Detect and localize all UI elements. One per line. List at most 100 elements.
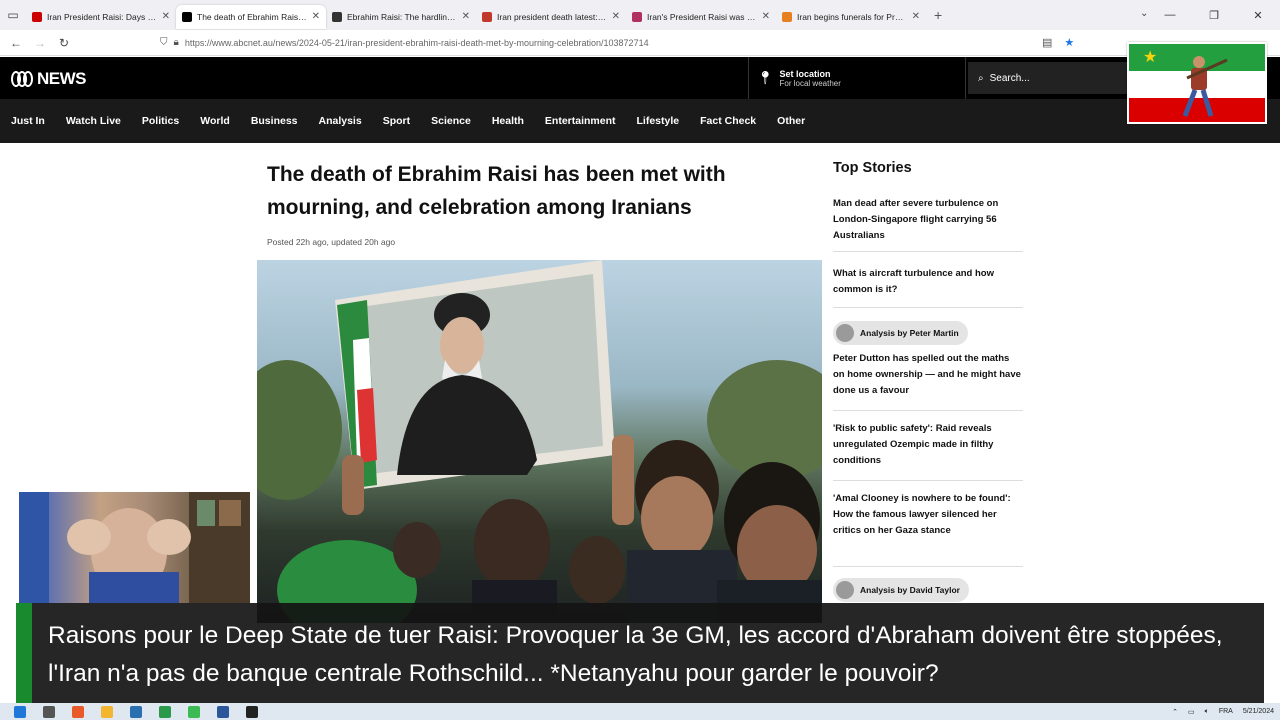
iran-flag-overlay: ★ xyxy=(1127,42,1267,124)
location-pin-icon: 📍︎ xyxy=(757,70,774,85)
favicon-icon xyxy=(632,11,642,22)
tab-label: Iran's President Raisi was know xyxy=(647,11,757,22)
tab-close-icon[interactable]: ✕ xyxy=(462,11,470,22)
top-story-3[interactable]: Peter Dutton has spelled out the maths o… xyxy=(833,351,1023,399)
divider xyxy=(833,251,1023,252)
location-subtitle: For local weather xyxy=(779,78,841,88)
tab-label: Iran begins funerals for Preside xyxy=(797,11,907,22)
url-text: https://www.abcnet.au/news/2024-05-21/ir… xyxy=(184,37,649,48)
bookmark-star-icon[interactable]: ★ xyxy=(1064,36,1074,49)
nav-item-politics[interactable]: Politics xyxy=(142,115,179,127)
tab-actions-icon[interactable]: ▭ xyxy=(0,0,26,30)
nav-item-entertainment[interactable]: Entertainment xyxy=(545,115,616,127)
favicon-icon xyxy=(482,11,492,22)
tab-label: Iran President Raisi: Days of fun xyxy=(47,11,157,22)
tray-chevron-icon[interactable]: ⌃ xyxy=(1172,708,1178,716)
excel-icon[interactable] xyxy=(159,705,171,718)
tab-close-icon[interactable]: ✕ xyxy=(912,11,920,22)
shield-icon[interactable]: ⛉ xyxy=(160,37,168,48)
address-bar: ← → ↻ ⛉ 🔒︎ https://www.abcnet.au/news/20… xyxy=(0,30,1280,56)
top-story-1[interactable]: Man dead after severe turbulence on Lond… xyxy=(833,196,1023,244)
lock-icon: 🔒︎ xyxy=(173,37,179,48)
close-window-icon[interactable]: ✕ xyxy=(1236,0,1280,30)
browser-tab[interactable]: Iran President Raisi: Days of fun ✕ xyxy=(26,5,176,29)
article-timestamp: Posted 22h ago, updated 20h ago xyxy=(267,237,396,247)
top-story-2[interactable]: What is aircraft turbulence and how comm… xyxy=(833,266,1023,298)
divider xyxy=(833,410,1023,411)
nav-item-lifestyle[interactable]: Lifestyle xyxy=(637,115,680,127)
tab-label: Iran president death latest: Ebra xyxy=(497,11,607,22)
url-actions: ▤ ★ xyxy=(1042,36,1074,49)
set-location-button[interactable]: 📍︎ Set location For local weather xyxy=(748,57,966,99)
taskview-icon[interactable] xyxy=(43,705,55,718)
nav-item-business[interactable]: Business xyxy=(251,115,298,127)
search-input[interactable]: ⌕ Search... xyxy=(968,62,1128,94)
minimize-icon[interactable]: — xyxy=(1148,0,1192,30)
clock[interactable]: 5/21/2024 xyxy=(1243,708,1274,716)
star-icon: ★ xyxy=(1143,49,1158,66)
analysis-badge-1[interactable]: Analysis by Peter Martin xyxy=(833,321,968,345)
nav-item-health[interactable]: Health xyxy=(492,115,524,127)
article-hero-image[interactable] xyxy=(257,260,822,623)
tab-label: Ebrahim Raisi: The hardline cle xyxy=(347,11,457,22)
new-tab-icon[interactable]: + xyxy=(934,7,942,23)
favicon-icon xyxy=(332,11,342,22)
tab-close-icon[interactable]: ✕ xyxy=(612,11,620,22)
word-icon[interactable] xyxy=(217,705,229,718)
analysis-badge-2[interactable]: Analysis by David Taylor xyxy=(833,578,969,602)
nav-item-other[interactable]: Other xyxy=(777,115,805,127)
nav-item-watch-live[interactable]: Watch Live xyxy=(66,115,121,127)
nav-item-world[interactable]: World xyxy=(200,115,230,127)
browser-tab[interactable]: Iran's President Raisi was know ✕ xyxy=(626,5,776,29)
firefox-icon[interactable] xyxy=(72,705,84,718)
favicon-icon xyxy=(782,11,792,22)
caption-overlay: Raisons pour le Deep State de tuer Raisi… xyxy=(16,603,1264,703)
app-icon[interactable] xyxy=(130,705,142,718)
network-icon[interactable]: ▭ xyxy=(1188,708,1195,716)
window-controls: — ❐ ✕ xyxy=(1148,0,1280,30)
webcam-overlay xyxy=(19,492,250,603)
browser-tab[interactable]: Iran begins funerals for Preside ✕ xyxy=(776,5,926,29)
nav-item-analysis[interactable]: Analysis xyxy=(319,115,362,127)
browser-tab[interactable]: Iran president death latest: Ebra ✕ xyxy=(476,5,626,29)
browser-tab-strip: ▭ Iran President Raisi: Days of fun✕The … xyxy=(0,0,1280,30)
rifleman-icon xyxy=(1182,56,1228,117)
browser-tab[interactable]: The death of Ebrahim Raisi has ✕ xyxy=(176,4,326,29)
caption-text: Raisons pour le Deep State de tuer Raisi… xyxy=(48,622,1223,687)
system-tray: ⌃ ▭ 🔈︎ FRA 5/21/2024 xyxy=(1172,703,1274,720)
nav-item-science[interactable]: Science xyxy=(431,115,471,127)
nav-item-sport[interactable]: Sport xyxy=(383,115,410,127)
top-story-5[interactable]: 'Amal Clooney is nowhere to be found': H… xyxy=(833,491,1023,539)
chrome-icon[interactable] xyxy=(188,705,200,718)
tab-label: The death of Ebrahim Raisi has xyxy=(197,11,307,22)
abc-logo-icon xyxy=(11,71,33,87)
language-indicator[interactable]: FRA xyxy=(1219,708,1233,715)
article-headline: The death of Ebrahim Raisi has been met … xyxy=(267,163,726,219)
top-stories-title: Top Stories xyxy=(833,160,912,176)
author-avatar xyxy=(836,581,854,599)
main-navigation: Just In Watch Live Politics World Business An… xyxy=(0,99,1280,143)
divider xyxy=(833,566,1023,567)
volume-icon[interactable]: 🔈︎ xyxy=(1205,708,1209,716)
reader-view-icon[interactable]: ▤ xyxy=(1042,36,1052,49)
nav-item-fact-check[interactable]: Fact Check xyxy=(700,115,756,127)
abc-news-logo[interactable]: NEWS xyxy=(11,69,87,89)
forward-icon[interactable]: → xyxy=(28,36,52,50)
article: The death of Ebrahim Raisi has been met … xyxy=(257,143,822,623)
media-player-icon[interactable] xyxy=(246,705,258,718)
url-field[interactable]: ⛉ 🔒︎ https://www.abcnet.au/news/2024-05-… xyxy=(160,32,1060,54)
browser-tab[interactable]: Ebrahim Raisi: The hardline cle ✕ xyxy=(326,5,476,29)
top-story-4[interactable]: 'Risk to public safety': Raid reveals un… xyxy=(833,421,1023,469)
tab-close-icon[interactable]: ✕ xyxy=(312,11,320,22)
search-icon: ⌕ xyxy=(978,72,984,84)
search-placeholder: Search... xyxy=(989,72,1030,84)
folder-icon[interactable] xyxy=(101,705,113,718)
restore-icon[interactable]: ❐ xyxy=(1192,0,1236,30)
start-icon[interactable] xyxy=(14,705,26,718)
reload-icon[interactable]: ↻ xyxy=(52,36,76,50)
back-icon[interactable]: ← xyxy=(4,36,28,50)
nav-item-just-in[interactable]: Just In xyxy=(11,115,45,127)
taskbar xyxy=(0,703,1280,720)
tab-close-icon[interactable]: ✕ xyxy=(762,11,770,22)
tab-close-icon[interactable]: ✕ xyxy=(162,11,170,22)
